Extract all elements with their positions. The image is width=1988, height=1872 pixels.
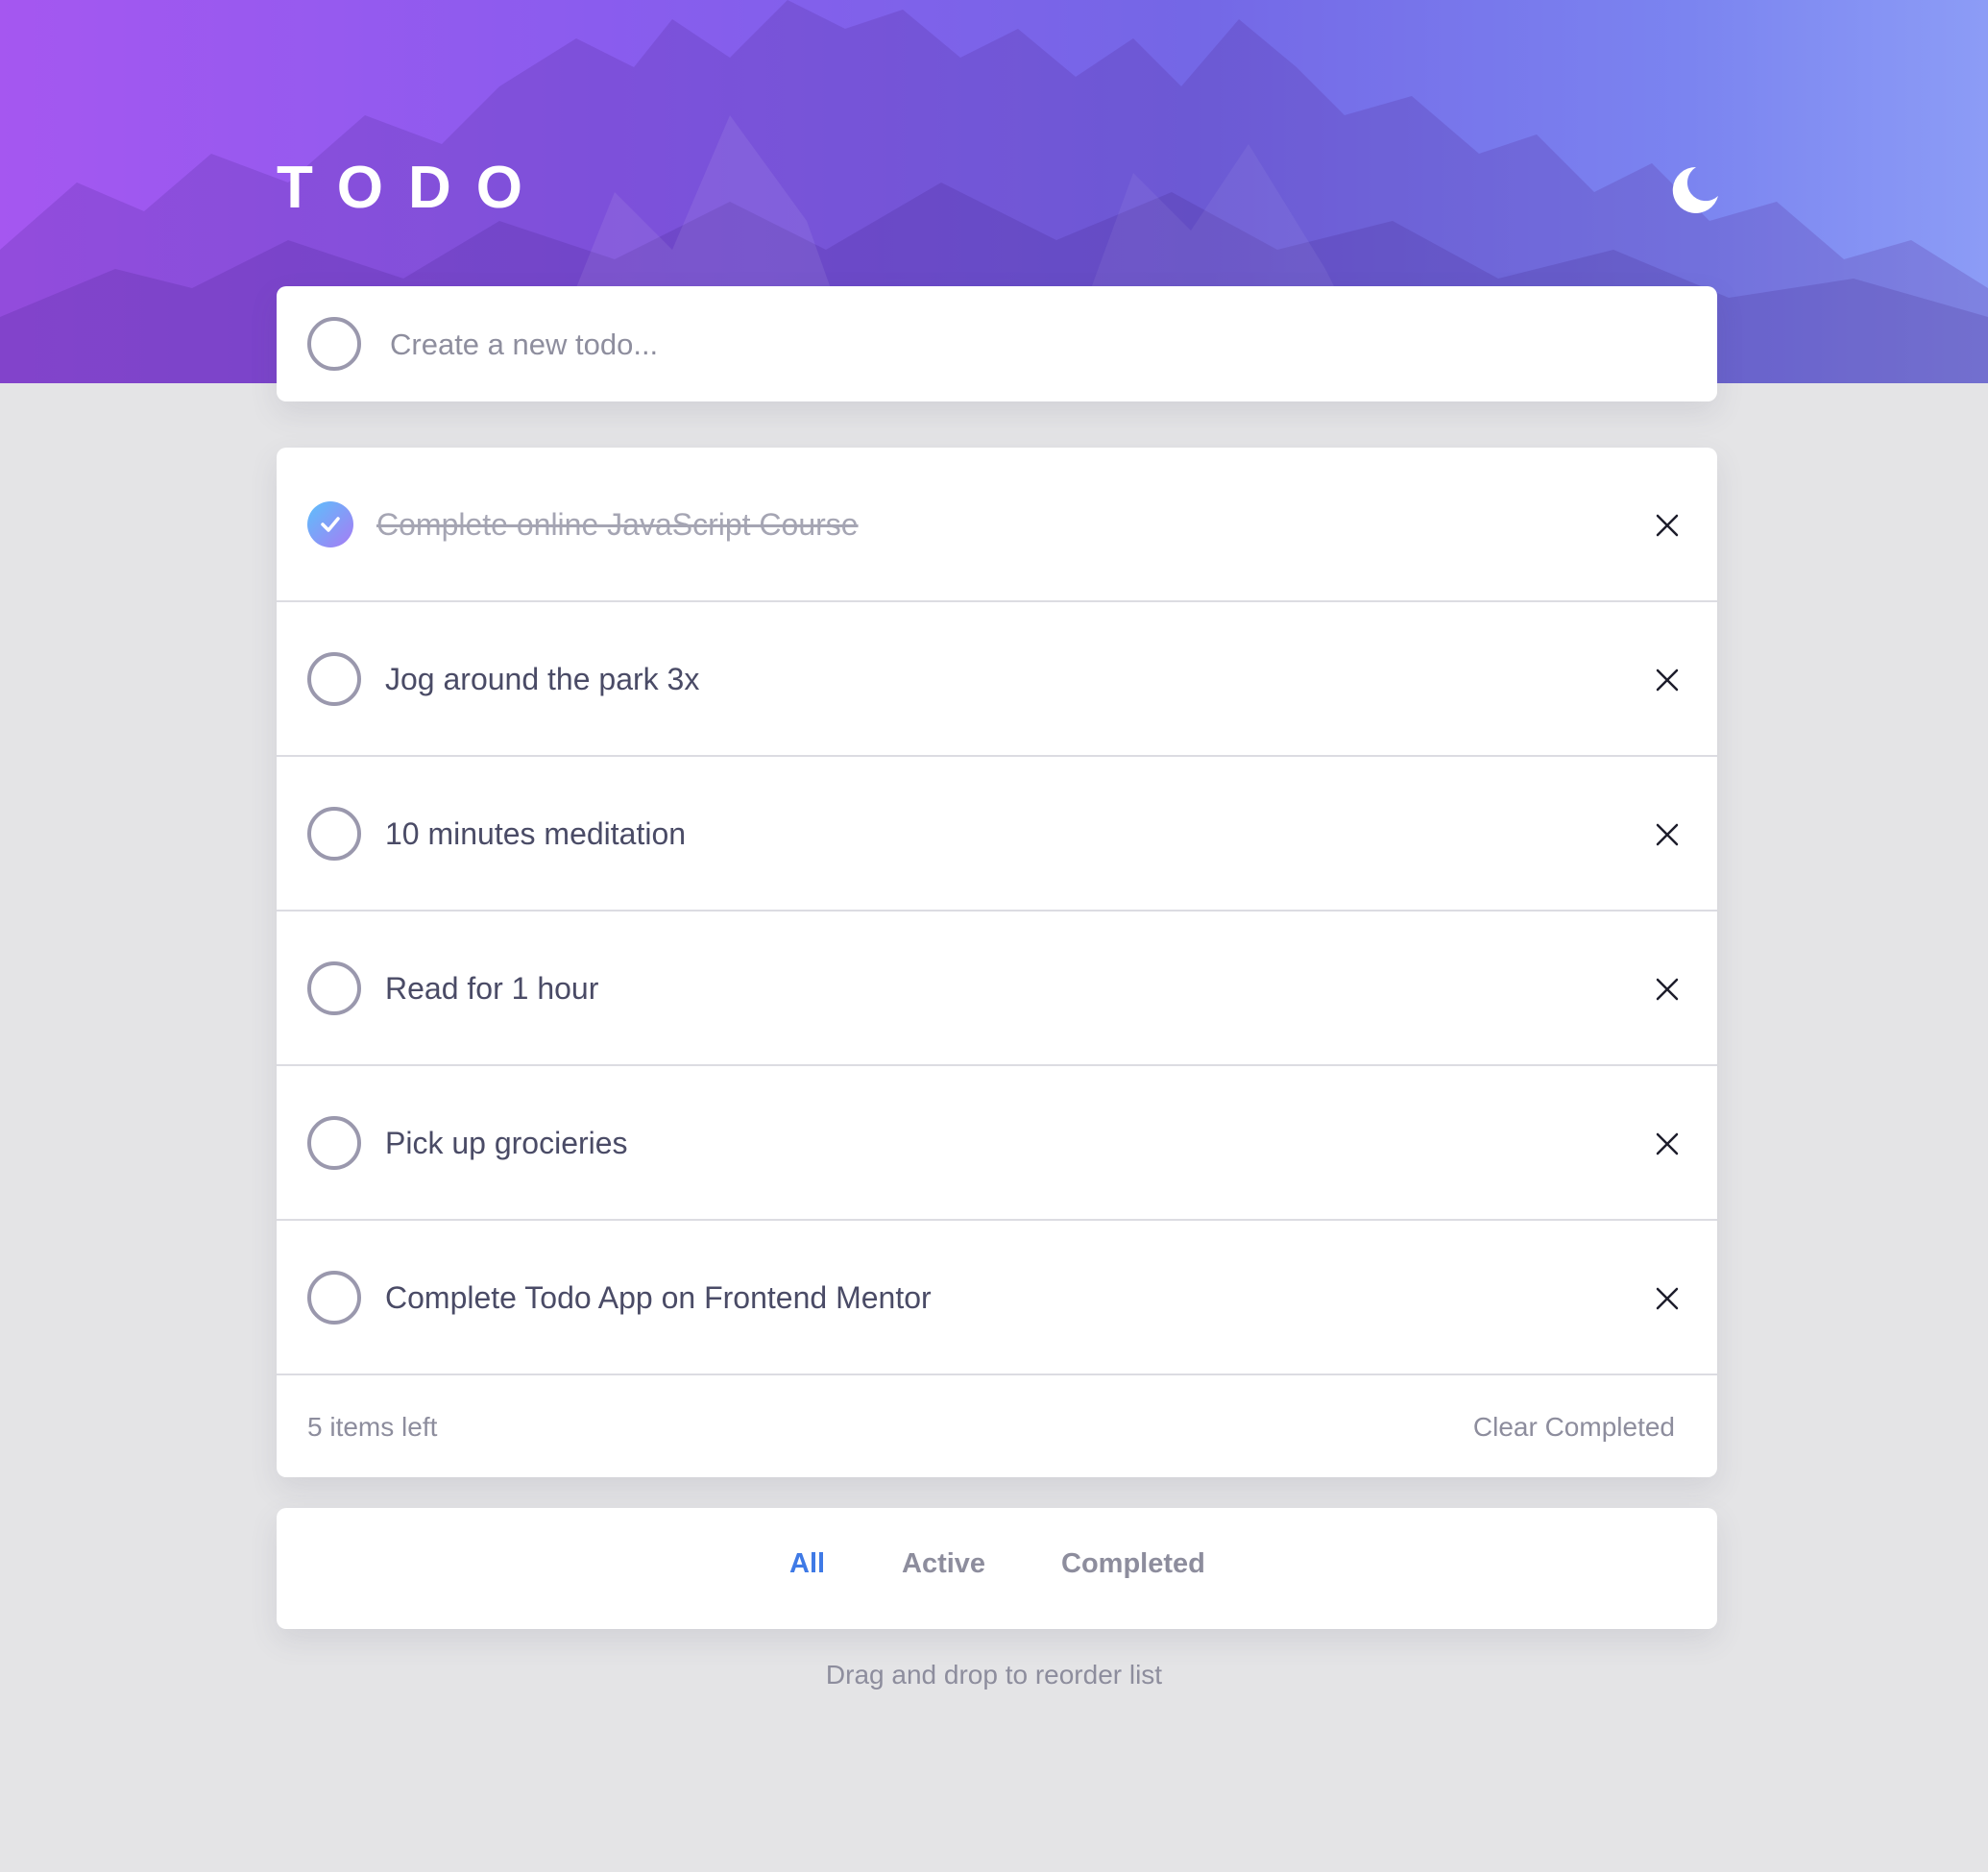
completed-check-icon[interactable] — [307, 501, 353, 547]
close-icon — [1656, 1287, 1679, 1310]
new-todo-card — [277, 286, 1717, 401]
todo-text: Pick up grocieries — [385, 1126, 628, 1160]
filter-completed-tab[interactable]: Completed — [1061, 1548, 1205, 1580]
delete-todo-button[interactable] — [1656, 823, 1679, 846]
todo-text: Complete online JavaScript Course — [376, 507, 859, 542]
list-footer: 5 items left Clear Completed — [277, 1375, 1717, 1477]
filter-bar: All Active Completed — [277, 1508, 1717, 1629]
todo-item[interactable]: 10 minutes meditation — [277, 757, 1717, 912]
filter-all-tab[interactable]: All — [789, 1548, 825, 1580]
todo-item[interactable]: Read for 1 hour — [277, 912, 1717, 1066]
theme-toggle-button[interactable] — [1667, 163, 1721, 217]
checkmark-icon — [321, 517, 340, 532]
reorder-hint: Drag and drop to reorder list — [825, 1660, 1163, 1690]
todo-list: Complete online JavaScript Course Jog ar… — [277, 448, 1717, 1477]
items-left-count: 5 items left — [307, 1412, 438, 1442]
todo-check-circle[interactable] — [307, 1116, 361, 1170]
todo-text: 10 minutes meditation — [385, 816, 687, 851]
todo-item[interactable]: Pick up grocieries — [277, 1066, 1717, 1221]
close-icon — [1656, 978, 1679, 1001]
filter-active-tab[interactable]: Active — [902, 1548, 985, 1580]
delete-todo-button[interactable] — [1656, 1132, 1679, 1155]
new-todo-input[interactable] — [388, 315, 1679, 375]
delete-todo-button[interactable] — [1656, 514, 1679, 537]
todo-text: Read for 1 hour — [385, 971, 599, 1006]
todo-text: Complete Todo App on Frontend Mentor — [385, 1280, 932, 1315]
app-title: TODO — [277, 155, 547, 221]
todo-check-circle[interactable] — [307, 1271, 361, 1325]
delete-todo-button[interactable] — [1656, 978, 1679, 1001]
todo-item[interactable]: Jog around the park 3x — [277, 602, 1717, 757]
close-icon — [1656, 1132, 1679, 1155]
todo-check-circle[interactable] — [307, 961, 361, 1015]
clear-completed-button[interactable]: Clear Completed — [1473, 1412, 1675, 1443]
moon-icon — [1672, 166, 1718, 213]
todo-check-circle[interactable] — [307, 652, 361, 706]
delete-todo-button[interactable] — [1656, 669, 1679, 692]
todo-item[interactable]: Complete online JavaScript Course — [277, 448, 1717, 602]
close-icon — [1656, 823, 1679, 846]
close-icon — [1656, 669, 1679, 692]
todo-text: Jog around the park 3x — [385, 662, 700, 696]
todo-item[interactable]: Complete Todo App on Frontend Mentor — [277, 1221, 1717, 1375]
todo-check-circle[interactable] — [307, 807, 361, 861]
close-icon — [1656, 514, 1679, 537]
new-todo-check-circle[interactable] — [307, 317, 361, 371]
delete-todo-button[interactable] — [1656, 1287, 1679, 1310]
